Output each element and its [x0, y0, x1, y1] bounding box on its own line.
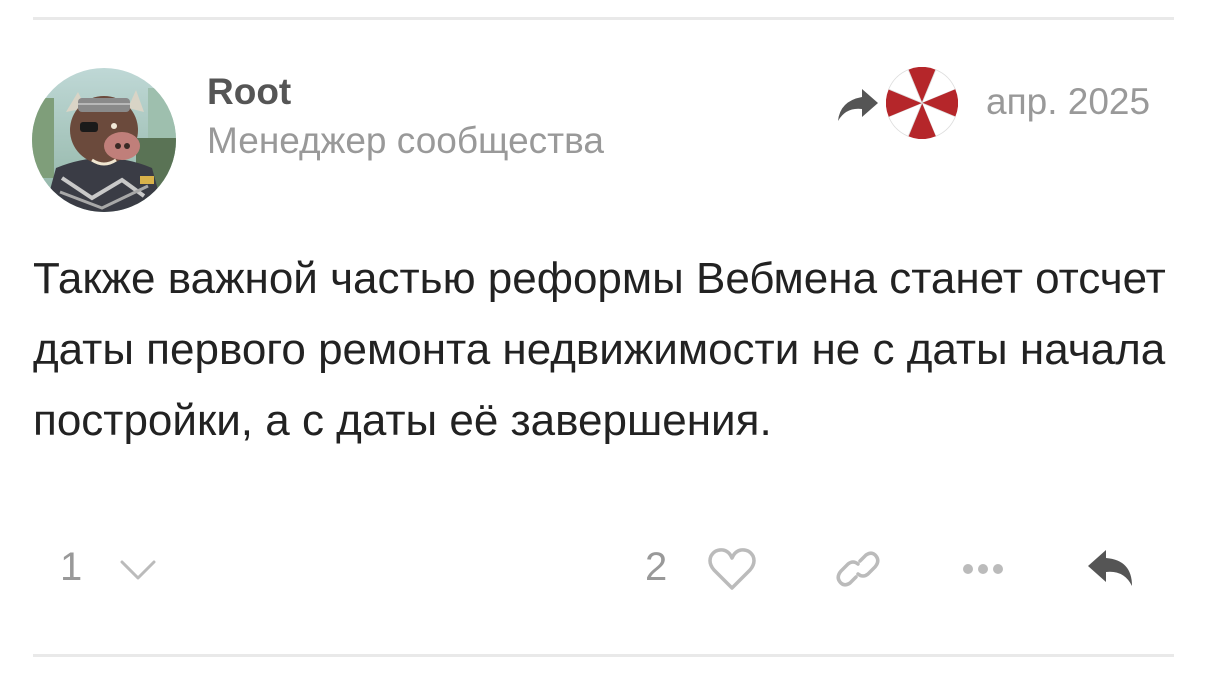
author-username[interactable]: Root: [207, 72, 291, 112]
umbrella-logo[interactable]: [886, 67, 958, 139]
reply-icon[interactable]: [1086, 546, 1136, 590]
heart-icon[interactable]: [706, 546, 758, 592]
reply-to-indicator[interactable]: [834, 67, 960, 139]
post-date[interactable]: апр. 2025: [986, 82, 1150, 122]
more-icon[interactable]: [961, 562, 1005, 576]
link-icon[interactable]: [834, 549, 882, 589]
top-divider: [33, 17, 1174, 20]
avatar[interactable]: [32, 68, 176, 212]
post-body: Также важной частью реформы Вебмена стан…: [33, 254, 1166, 445]
likes-count[interactable]: 2: [645, 545, 667, 589]
bottom-divider: [33, 654, 1174, 657]
replies-count[interactable]: 1: [60, 545, 82, 589]
chevron-down-icon[interactable]: [118, 558, 158, 582]
author-title: Менеджер сообщества: [207, 120, 604, 161]
reply-arrow-icon: [838, 89, 878, 121]
